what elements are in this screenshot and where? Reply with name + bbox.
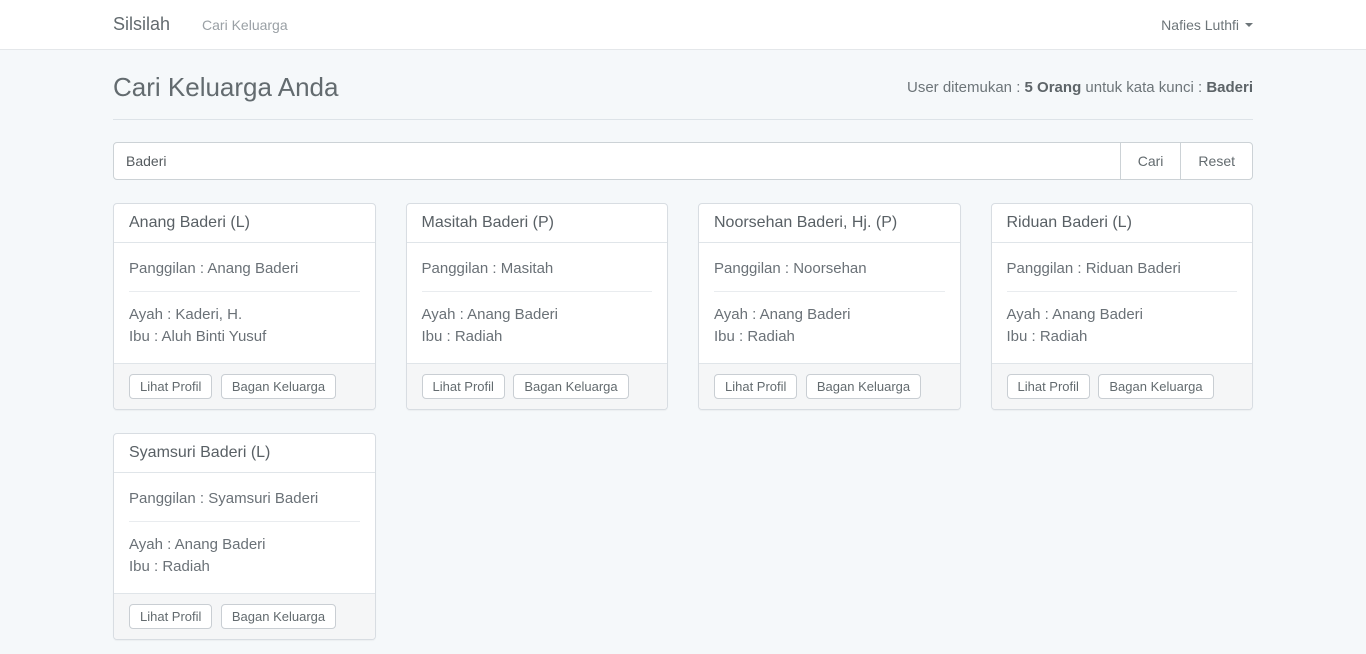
card-divider	[422, 291, 653, 292]
ibu-text: Ibu : Aluh Binti Yusuf	[129, 326, 360, 348]
panggilan-text: Panggilan : Syamsuri Baderi	[129, 488, 360, 510]
bagan-keluarga-button[interactable]: Bagan Keluarga	[221, 374, 336, 399]
card-title: Syamsuri Baderi (L)	[114, 434, 375, 473]
reset-button[interactable]: Reset	[1180, 142, 1253, 180]
ayah-text: Ayah : Kaderi, H.	[129, 304, 360, 326]
lihat-profil-button[interactable]: Lihat Profil	[1007, 374, 1090, 399]
user-name: Nafies Luthfi	[1161, 17, 1239, 33]
search-form: Cari Reset	[113, 142, 1253, 180]
panggilan-text: Panggilan : Riduan Baderi	[1007, 258, 1238, 280]
ayah-text: Ayah : Anang Baderi	[714, 304, 945, 326]
ayah-text: Ayah : Anang Baderi	[1007, 304, 1238, 326]
bagan-keluarga-button[interactable]: Bagan Keluarga	[1098, 374, 1213, 399]
result-summary: User ditemukan : 5 Orang untuk kata kunc…	[907, 79, 1253, 96]
cards-grid: Anang Baderi (L) Panggilan : Anang Bader…	[113, 203, 1253, 640]
person-card: Syamsuri Baderi (L) Panggilan : Syamsuri…	[113, 433, 376, 640]
user-dropdown[interactable]: Nafies Luthfi	[1161, 17, 1253, 33]
nav-item-cari-keluarga[interactable]: Cari Keluarga	[202, 17, 288, 33]
card-footer: Lihat Profil Bagan Keluarga	[407, 363, 668, 409]
card-body: Panggilan : Noorsehan Ayah : Anang Bader…	[699, 243, 960, 363]
panggilan-text: Panggilan : Noorsehan	[714, 258, 945, 280]
page-header: Cari Keluarga Anda User ditemukan : 5 Or…	[113, 50, 1253, 120]
ayah-text: Ayah : Anang Baderi	[129, 534, 360, 556]
person-card: Anang Baderi (L) Panggilan : Anang Bader…	[113, 203, 376, 410]
bagan-keluarga-button[interactable]: Bagan Keluarga	[513, 374, 628, 399]
lihat-profil-button[interactable]: Lihat Profil	[422, 374, 505, 399]
panggilan-text: Panggilan : Masitah	[422, 258, 653, 280]
caret-down-icon	[1245, 23, 1253, 27]
person-card: Noorsehan Baderi, Hj. (P) Panggilan : No…	[698, 203, 961, 410]
result-middle: untuk kata kunci :	[1085, 79, 1202, 96]
ibu-text: Ibu : Radiah	[714, 326, 945, 348]
card-divider	[1007, 291, 1238, 292]
ibu-text: Ibu : Radiah	[129, 556, 360, 578]
main-container: Cari Keluarga Anda User ditemukan : 5 Or…	[98, 50, 1268, 640]
card-title: Masitah Baderi (P)	[407, 204, 668, 243]
navbar-inner: Silsilah Cari Keluarga Nafies Luthfi	[98, 0, 1268, 49]
card-footer: Lihat Profil Bagan Keluarga	[992, 363, 1253, 409]
cari-button[interactable]: Cari	[1120, 142, 1182, 180]
card-title: Noorsehan Baderi, Hj. (P)	[699, 204, 960, 243]
card-title: Riduan Baderi (L)	[992, 204, 1253, 243]
panggilan-text: Panggilan : Anang Baderi	[129, 258, 360, 280]
bagan-keluarga-button[interactable]: Bagan Keluarga	[806, 374, 921, 399]
card-body: Panggilan : Masitah Ayah : Anang Baderi …	[407, 243, 668, 363]
card-divider	[129, 291, 360, 292]
lihat-profil-button[interactable]: Lihat Profil	[714, 374, 797, 399]
brand-link[interactable]: Silsilah	[113, 14, 170, 35]
ibu-text: Ibu : Radiah	[1007, 326, 1238, 348]
page-title: Cari Keluarga Anda	[113, 72, 338, 103]
lihat-profil-button[interactable]: Lihat Profil	[129, 374, 212, 399]
card-footer: Lihat Profil Bagan Keluarga	[699, 363, 960, 409]
person-card: Masitah Baderi (P) Panggilan : Masitah A…	[406, 203, 669, 410]
lihat-profil-button[interactable]: Lihat Profil	[129, 604, 212, 629]
result-keyword: Baderi	[1206, 79, 1253, 96]
bagan-keluarga-button[interactable]: Bagan Keluarga	[221, 604, 336, 629]
card-footer: Lihat Profil Bagan Keluarga	[114, 363, 375, 409]
ayah-text: Ayah : Anang Baderi	[422, 304, 653, 326]
card-divider	[714, 291, 945, 292]
person-card: Riduan Baderi (L) Panggilan : Riduan Bad…	[991, 203, 1254, 410]
card-divider	[129, 521, 360, 522]
card-body: Panggilan : Syamsuri Baderi Ayah : Anang…	[114, 473, 375, 593]
card-body: Panggilan : Anang Baderi Ayah : Kaderi, …	[114, 243, 375, 363]
navbar: Silsilah Cari Keluarga Nafies Luthfi	[0, 0, 1366, 50]
search-input[interactable]	[113, 142, 1121, 180]
card-footer: Lihat Profil Bagan Keluarga	[114, 593, 375, 639]
card-title: Anang Baderi (L)	[114, 204, 375, 243]
card-body: Panggilan : Riduan Baderi Ayah : Anang B…	[992, 243, 1253, 363]
result-count: 5 Orang	[1025, 79, 1082, 96]
result-prefix: User ditemukan :	[907, 79, 1020, 96]
ibu-text: Ibu : Radiah	[422, 326, 653, 348]
